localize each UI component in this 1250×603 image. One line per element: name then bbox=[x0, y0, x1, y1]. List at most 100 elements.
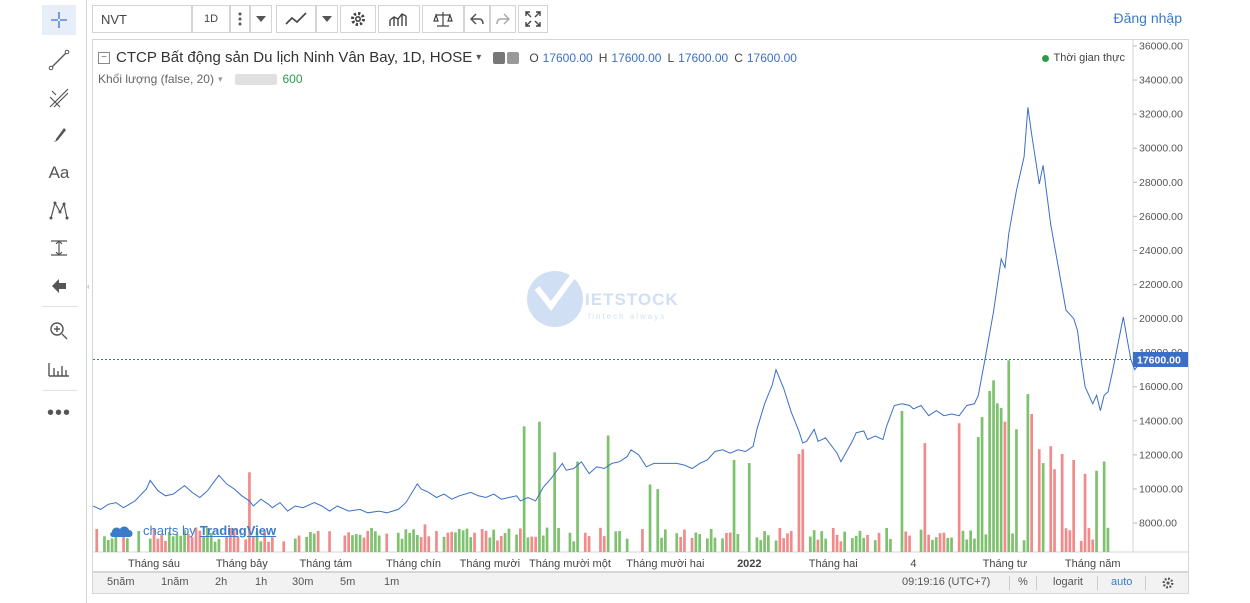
volume-bar bbox=[614, 531, 618, 552]
volume-bar bbox=[385, 533, 389, 552]
undo-icon[interactable] bbox=[464, 5, 490, 33]
volume-bar bbox=[759, 540, 763, 552]
indicators-icon[interactable] bbox=[378, 5, 420, 33]
volume-bar bbox=[656, 489, 660, 552]
volume-bar bbox=[862, 537, 866, 552]
volume-bar bbox=[1041, 463, 1045, 552]
bottom-settings-gear-icon[interactable] bbox=[1161, 576, 1175, 590]
volume-bar bbox=[812, 530, 816, 552]
interval-button[interactable]: 1D bbox=[192, 5, 230, 33]
price-axis-label: 30000.00 bbox=[1139, 143, 1183, 155]
volume-bar bbox=[641, 529, 644, 552]
volume-bar bbox=[1106, 527, 1110, 552]
visibility-eye-icon[interactable] bbox=[493, 51, 506, 64]
fullscreen-icon[interactable] bbox=[518, 5, 548, 33]
more-menu-icon[interactable] bbox=[230, 5, 250, 33]
trend-line-icon[interactable] bbox=[42, 45, 76, 75]
clock-time[interactable]: 09:19:16 (UTC+7) bbox=[902, 576, 990, 588]
high-value: 17600.00 bbox=[611, 50, 662, 65]
vietstock-watermark: IETSTOCK fintech always bbox=[527, 271, 679, 327]
back-arrow-icon[interactable] bbox=[42, 271, 76, 301]
login-link[interactable]: Đăng nhập bbox=[1113, 10, 1182, 26]
price-chart[interactable]: IETSTOCK fintech always 36000.00 34000.00… bbox=[93, 40, 1188, 571]
volume-bar bbox=[599, 527, 602, 552]
time-axis[interactable]: Tháng sáu Tháng bảy Tháng tám Tháng chín Thá… bbox=[128, 558, 1121, 570]
price-axis[interactable]: 36000.00 34000.00 32000.00 30000.00 28000.00… bbox=[1133, 41, 1183, 530]
zoom-in-icon[interactable] bbox=[42, 316, 76, 346]
brush-icon[interactable] bbox=[42, 120, 76, 150]
tradingview-link[interactable]: TradingView bbox=[200, 523, 276, 538]
volume-bar bbox=[625, 538, 629, 552]
volume-bar bbox=[545, 527, 549, 552]
chart-style-dropdown-icon[interactable] bbox=[316, 5, 338, 33]
symbol-input[interactable]: NVT bbox=[92, 5, 192, 33]
measure-tool-icon[interactable] bbox=[42, 233, 76, 263]
volume-controls-icon[interactable] bbox=[234, 73, 277, 85]
volume-bar bbox=[1022, 540, 1026, 552]
tradingview-branding[interactable]: charts by TradingView bbox=[109, 522, 276, 538]
low-value: 17600.00 bbox=[678, 50, 729, 65]
open-label: O bbox=[529, 50, 539, 65]
series-dropdown-icon[interactable]: ▾ bbox=[476, 52, 481, 63]
interval-dropdown-icon[interactable] bbox=[250, 5, 272, 33]
redo-icon[interactable] bbox=[490, 5, 516, 33]
volume-bar bbox=[454, 532, 457, 552]
volume-bar bbox=[396, 532, 400, 552]
settings-gear-icon[interactable] bbox=[340, 5, 376, 33]
time-axis-label: 2022 bbox=[737, 558, 761, 570]
volume-bar bbox=[469, 537, 473, 552]
volume-bar bbox=[1037, 449, 1041, 552]
pattern-tool-icon[interactable] bbox=[42, 195, 76, 225]
chart-style-icon[interactable] bbox=[276, 5, 316, 33]
range-button-30m[interactable]: 30m bbox=[292, 576, 313, 588]
volume-bar bbox=[694, 532, 698, 552]
range-button-1m[interactable]: 1m bbox=[384, 576, 399, 588]
volume-bar bbox=[1079, 540, 1083, 552]
range-button-5năm[interactable]: 5năm bbox=[107, 576, 135, 588]
volume-bar bbox=[931, 539, 934, 552]
volume-bar bbox=[461, 530, 465, 552]
range-button-1năm[interactable]: 1năm bbox=[161, 576, 189, 588]
volume-value: 600 bbox=[282, 72, 303, 86]
price-axis-label: 32000.00 bbox=[1139, 109, 1183, 121]
log-toggle[interactable]: logarit bbox=[1053, 576, 1083, 588]
compare-scale-icon[interactable] bbox=[422, 5, 464, 33]
low-label: L bbox=[667, 50, 675, 65]
volume-bar bbox=[1087, 528, 1091, 552]
charts-by-label: charts by bbox=[143, 522, 196, 538]
realtime-dot-icon bbox=[1041, 54, 1049, 62]
watermark-brand: IETSTOCK bbox=[585, 290, 679, 309]
text-tool-icon[interactable]: Aa bbox=[42, 158, 76, 188]
fib-tool-icon[interactable] bbox=[42, 83, 76, 113]
collapse-handle-icon[interactable]: ‹ bbox=[87, 282, 90, 291]
auto-scale-toggle[interactable]: auto bbox=[1111, 576, 1132, 588]
volume-bar bbox=[679, 537, 682, 552]
measure-ruler-icon[interactable] bbox=[42, 354, 76, 384]
range-button-1h[interactable]: 1h bbox=[255, 576, 267, 588]
volume-bar bbox=[1091, 539, 1095, 552]
range-button-5m[interactable]: 5m bbox=[340, 576, 355, 588]
volume-dropdown-icon[interactable]: ▾ bbox=[218, 74, 223, 85]
collapse-legend-icon[interactable]: − bbox=[98, 51, 110, 64]
volume-bar bbox=[900, 410, 904, 552]
percent-toggle[interactable]: % bbox=[1018, 576, 1028, 588]
volume-bar bbox=[457, 528, 461, 552]
volume-bar bbox=[248, 472, 251, 552]
crosshair-tool-icon[interactable] bbox=[42, 5, 76, 35]
more-tools-icon[interactable]: ••• bbox=[42, 398, 76, 428]
volume-bar bbox=[843, 531, 846, 552]
volume-bar bbox=[839, 541, 843, 552]
volume-bar bbox=[774, 540, 778, 552]
price-axis-label: 36000.00 bbox=[1139, 41, 1183, 53]
volume-bar bbox=[1026, 394, 1030, 552]
volume-bar bbox=[496, 540, 499, 552]
volume-bar bbox=[572, 541, 576, 552]
close-label: C bbox=[734, 50, 743, 65]
volume-bar bbox=[606, 435, 610, 552]
range-button-2h[interactable]: 2h bbox=[215, 576, 227, 588]
series-settings-icon[interactable] bbox=[507, 51, 520, 64]
volume-bar bbox=[690, 537, 694, 552]
volume-bar bbox=[484, 530, 488, 552]
volume-bar bbox=[854, 535, 858, 552]
volume-bar bbox=[927, 534, 930, 552]
